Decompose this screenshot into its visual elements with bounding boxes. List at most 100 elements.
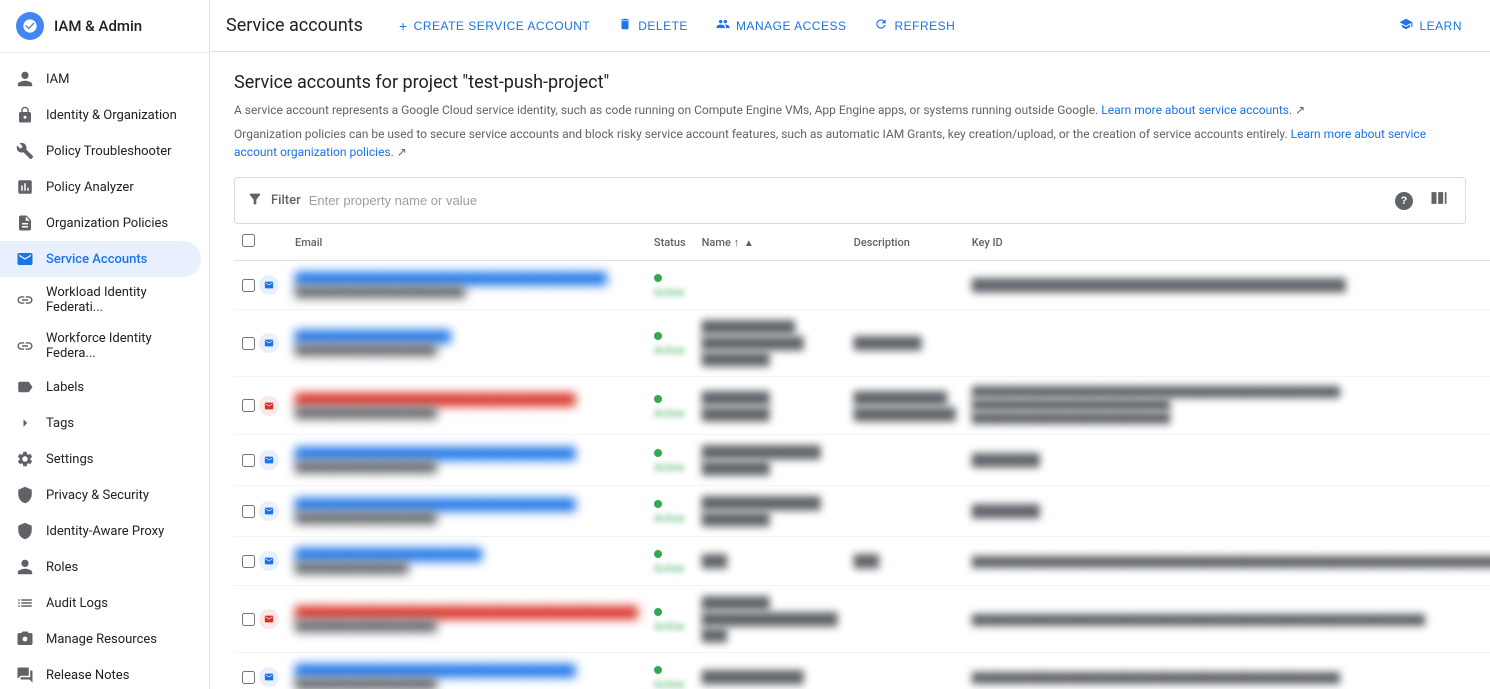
- status-dot: [654, 500, 662, 508]
- filter-bar: Filter ?: [234, 177, 1466, 224]
- select-all-checkbox[interactable]: [242, 234, 255, 247]
- sidebar-item-labels[interactable]: Labels: [0, 369, 201, 405]
- sidebar-item-label: Release Notes: [46, 668, 129, 683]
- learn-more-service-accounts-link[interactable]: Learn more about service accounts.: [1101, 103, 1292, 117]
- row-email[interactable]: ████████████████████████████████████████…: [287, 261, 646, 310]
- row-name: ███████████ ████████████ ████████: [694, 310, 846, 377]
- row-checkbox[interactable]: [242, 505, 255, 518]
- sidebar-item-label: Manage Resources: [46, 632, 157, 647]
- sidebar-item-identity-org[interactable]: Identity & Organization: [0, 97, 201, 133]
- row-checkbox[interactable]: [242, 337, 255, 350]
- sidebar-item-tags[interactable]: Tags: [0, 405, 201, 441]
- status-dot: [654, 449, 662, 457]
- top-bar: Service accounts + CREATE SERVICE ACCOUN…: [210, 0, 1490, 52]
- th-email[interactable]: Email: [287, 224, 646, 261]
- filter-icon: [247, 191, 263, 211]
- sidebar-item-org-policies[interactable]: Organization Policies: [0, 205, 201, 241]
- sidebar-item-label: Tags: [46, 416, 74, 431]
- create-service-account-button[interactable]: + CREATE SERVICE ACCOUNT: [387, 12, 602, 40]
- delete-icon: [618, 17, 632, 34]
- row-email[interactable]: ████████████████████████████████████ ███…: [287, 377, 646, 435]
- refresh-button[interactable]: REFRESH: [862, 11, 967, 40]
- status-dot: [654, 395, 662, 403]
- list-icon: [16, 594, 34, 612]
- row-description: ███: [846, 537, 964, 586]
- row-email[interactable]: ████████████████████████ ███████████████…: [287, 537, 646, 586]
- status-dot: [654, 550, 662, 558]
- row-checkbox[interactable]: [242, 555, 255, 568]
- row-description: [846, 435, 964, 486]
- notes-icon: [16, 666, 34, 684]
- sidebar-item-settings[interactable]: Settings: [0, 441, 201, 477]
- sidebar-item-privacy-security[interactable]: Privacy & Security: [0, 477, 201, 513]
- row-checkbox[interactable]: [242, 613, 255, 626]
- row-description: ████████: [846, 310, 964, 377]
- table-header-row: Email Status Name ↑ ▲ Description: [234, 224, 1490, 261]
- row-avatar: [259, 609, 279, 629]
- learn-button[interactable]: LEARN: [1387, 11, 1474, 40]
- row-description: [846, 653, 964, 689]
- table-row: ████████████████████████████████████ ███…: [234, 435, 1490, 486]
- sidebar-item-label: Workforce Identity Federa...: [46, 331, 185, 361]
- table-row: ████████████████████ ███████████████████…: [234, 310, 1490, 377]
- app-title: IAM & Admin: [54, 17, 142, 35]
- manage-access-button[interactable]: MANAGE ACCESS: [704, 11, 859, 40]
- school-icon: [1399, 17, 1413, 34]
- sidebar-item-service-accounts[interactable]: Service Accounts: [0, 241, 201, 277]
- columns-button[interactable]: [1425, 184, 1453, 217]
- sidebar: IAM & Admin IAM Identity & Organization …: [0, 0, 210, 689]
- row-checkbox-cell: [234, 435, 287, 486]
- delete-button[interactable]: DELETE: [606, 11, 700, 40]
- row-status: Active: [646, 537, 694, 586]
- row-name: ███: [694, 537, 846, 586]
- row-checkbox[interactable]: [242, 454, 255, 467]
- row-email[interactable]: ████████████████████████████████████ ███…: [287, 653, 646, 689]
- sidebar-item-manage-resources[interactable]: Manage Resources: [0, 621, 201, 657]
- page-title: Service accounts: [226, 15, 363, 36]
- sidebar-item-label: Identity & Organization: [46, 108, 177, 123]
- row-email[interactable]: ████████████████████████████████████ ███…: [287, 435, 646, 486]
- sidebar-item-label: Policy Troubleshooter: [46, 144, 172, 159]
- row-avatar: [259, 551, 279, 571]
- row-key-id: ████████████████████████████████████████…: [964, 653, 1490, 689]
- row-status: Active: [646, 261, 694, 310]
- sidebar-item-release-notes[interactable]: Release Notes: [0, 657, 201, 689]
- sidebar-item-roles[interactable]: Roles: [0, 549, 201, 585]
- th-status: Status: [646, 224, 694, 261]
- row-key-id: [964, 310, 1490, 377]
- row-checkbox[interactable]: [242, 399, 255, 412]
- sidebar-nav: IAM Identity & Organization Policy Troub…: [0, 53, 209, 689]
- row-email[interactable]: ████████████████████████████████████ ███…: [287, 486, 646, 537]
- sidebar-item-label: Service Accounts: [46, 252, 147, 267]
- help-button[interactable]: ?: [1391, 188, 1417, 214]
- analytics-icon: [16, 178, 34, 196]
- sidebar-item-identity-aware-proxy[interactable]: Identity-Aware Proxy: [0, 513, 201, 549]
- content-description: A service account represents a Google Cl…: [234, 101, 1466, 119]
- row-checkbox-cell: [234, 537, 287, 586]
- external-link2-icon: ↗: [397, 145, 407, 159]
- content-title: Service accounts for project "test-push-…: [234, 72, 1466, 93]
- row-description: [846, 261, 964, 310]
- row-email[interactable]: ████████████████████ ███████████████████…: [287, 310, 646, 377]
- row-avatar: [259, 333, 279, 353]
- th-name[interactable]: Name ↑ ▲: [694, 224, 846, 261]
- sidebar-item-policy-troubleshooter[interactable]: Policy Troubleshooter: [0, 133, 201, 169]
- status-label: Active: [654, 286, 684, 299]
- filter-input[interactable]: [309, 193, 1383, 208]
- row-checkbox[interactable]: [242, 279, 255, 292]
- sidebar-item-workload-identity[interactable]: Workload Identity Federati...: [0, 277, 201, 323]
- sidebar-item-label: Settings: [46, 452, 93, 467]
- row-checkbox-cell: [234, 261, 287, 310]
- sidebar-item-policy-analyzer[interactable]: Policy Analyzer: [0, 169, 201, 205]
- status-dot: [654, 608, 662, 616]
- status-dot: [654, 274, 662, 282]
- sidebar-item-iam[interactable]: IAM: [0, 61, 201, 97]
- th-key-id: Key ID: [964, 224, 1490, 261]
- status-label: Active: [654, 620, 684, 633]
- sidebar-item-workforce-identity[interactable]: Workforce Identity Federa...: [0, 323, 201, 369]
- row-status: Active: [646, 586, 694, 653]
- row-email[interactable]: ████████████████████████████████████████…: [287, 586, 646, 653]
- sidebar-item-audit-logs[interactable]: Audit Logs: [0, 585, 201, 621]
- link2-icon: [16, 337, 34, 355]
- row-checkbox[interactable]: [242, 671, 255, 684]
